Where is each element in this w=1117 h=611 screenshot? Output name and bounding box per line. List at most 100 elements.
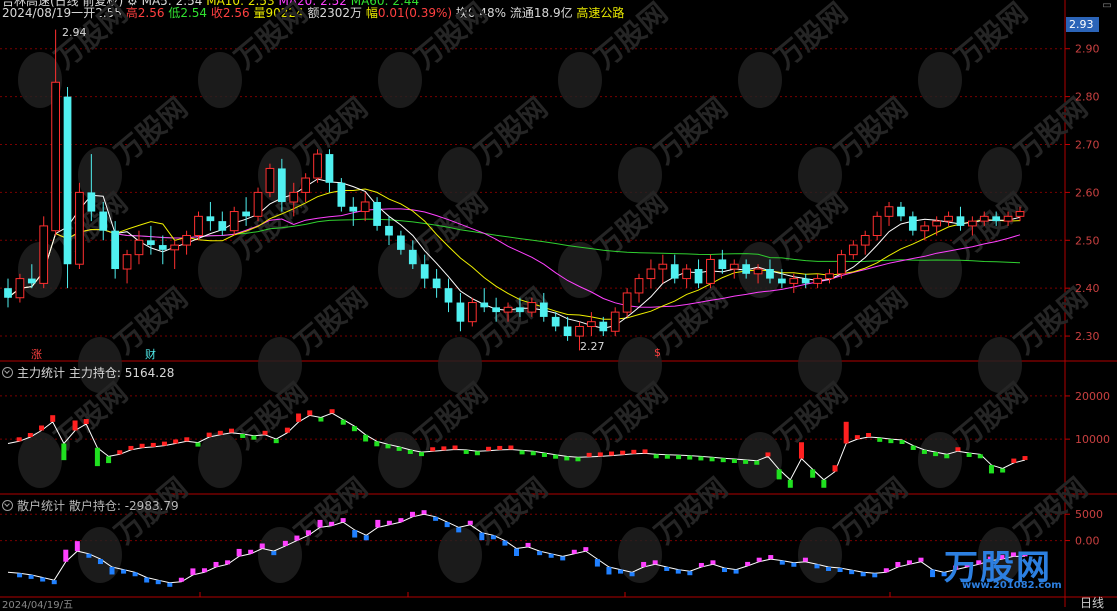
candle-body: [63, 96, 72, 265]
candle: [444, 278, 453, 313]
watermark-glyph: 万股网: [768, 0, 854, 75]
main-force-bar: [262, 430, 268, 435]
retail-bar: [698, 562, 704, 567]
main-force-bar: [676, 455, 682, 460]
indicator-toggle-icon[interactable]: [2, 500, 13, 511]
candle-body: [15, 278, 25, 299]
main-force-bar: [474, 451, 480, 456]
cai-marker[interactable]: 财: [145, 346, 156, 362]
candle: [4, 278, 12, 308]
retail-bar: [63, 549, 69, 562]
retail-bar: [930, 569, 936, 578]
watermark-glyph: 万股网: [108, 91, 194, 170]
candle: [670, 254, 679, 284]
retail-bar: [121, 569, 127, 574]
retail-bar: [97, 559, 103, 565]
candle: [718, 249, 727, 274]
candle: [646, 259, 656, 289]
retail-bar: [271, 551, 277, 556]
retail-bar: [444, 522, 450, 528]
retail-bar: [167, 582, 173, 587]
retail-bar: [594, 559, 600, 567]
candle-body: [563, 326, 572, 337]
retail-bar: [768, 555, 774, 560]
retail-bar: [340, 518, 346, 523]
indicator-toggle-icon[interactable]: [2, 367, 13, 378]
candle-body: [956, 216, 965, 226]
candle-body: [51, 81, 60, 232]
indicator1-label[interactable]: 主力统计 主力持仓: 5164.28: [2, 364, 174, 381]
main-force-bar: [139, 443, 145, 448]
retail-bar: [641, 561, 647, 567]
watermark-figure: [618, 527, 662, 583]
retail-bar: [756, 557, 762, 562]
main-force-bar: [508, 445, 514, 450]
main-force-bar: [396, 446, 402, 451]
candle-body: [39, 225, 49, 284]
main-force-bar: [318, 417, 324, 422]
retail-bar: [40, 577, 46, 582]
price-axis-label: 2.50: [1075, 234, 1100, 247]
ind2-axis-label: 5000: [1075, 508, 1103, 521]
retail-bar: [722, 568, 728, 573]
candle-body: [1003, 215, 1013, 222]
main-force-bar: [776, 469, 782, 480]
retail-bar: [386, 520, 392, 525]
main-force-bar: [519, 450, 525, 455]
retail-bar: [548, 553, 554, 558]
main-force-bar: [72, 420, 78, 431]
watermark-glyph: 万股网: [828, 471, 914, 550]
main-force-bar: [541, 452, 547, 457]
main-force-bar: [720, 458, 726, 463]
candle: [467, 297, 477, 327]
retail-bar: [51, 580, 57, 585]
candle: [801, 273, 810, 289]
retail-bar: [849, 570, 855, 575]
candle: [587, 312, 596, 337]
main-force-bar: [810, 469, 816, 478]
retail-bar: [259, 543, 265, 549]
candle: [932, 216, 942, 236]
retail-bar: [109, 566, 115, 575]
main-force-bar: [16, 437, 22, 442]
main-force-bar: [407, 449, 413, 454]
main-force-bar: [39, 425, 45, 431]
main-force-bar: [83, 419, 89, 425]
retail-bar: [213, 561, 219, 567]
dollar-marker[interactable]: $: [654, 346, 661, 359]
period-label[interactable]: 日线: [1080, 594, 1104, 611]
watermark-logo: 万股网 www.201082.com: [944, 540, 1062, 591]
candle: [373, 197, 381, 231]
candle-body: [397, 235, 405, 250]
main-force-bar: [27, 432, 33, 437]
candle-body: [122, 254, 132, 270]
candle: [456, 292, 465, 332]
retail-bar: [560, 556, 566, 561]
chart-canvas[interactable]: 万股网 万股网 万股网 万股网 万股网 万股网万股网 万股网 万股网 万股网 万股网 万股网万股网万…: [0, 0, 1117, 607]
high-annotation-text: 2.94: [62, 26, 87, 39]
candle-body: [1015, 211, 1025, 217]
retail-bar: [17, 573, 23, 578]
candle-body: [349, 206, 358, 212]
main-force-bar: [296, 413, 302, 422]
main-force-bar: [307, 410, 313, 416]
indicator2-label[interactable]: 散户统计 散户持仓: -2983.79: [2, 497, 179, 514]
candle: [872, 211, 882, 241]
candle: [622, 288, 632, 317]
main-force-bar: [195, 442, 201, 447]
candle-body: [385, 225, 393, 236]
watermark-glyph: 万股网: [228, 0, 314, 75]
main-force-bar: [184, 437, 190, 442]
main-force-bar: [329, 409, 335, 414]
watermark-figure: [918, 242, 962, 298]
candle-body: [313, 153, 322, 179]
main-force-bar: [441, 446, 447, 451]
main-force-bar: [798, 442, 804, 459]
watermark-figure: [558, 242, 602, 298]
main-force-bar: [497, 445, 503, 450]
candle: [349, 197, 358, 226]
candle: [634, 273, 644, 303]
main-force-indicator[interactable]: [7, 409, 1028, 488]
main-force-bar: [620, 450, 626, 455]
zhang-marker[interactable]: 涨: [31, 346, 42, 362]
